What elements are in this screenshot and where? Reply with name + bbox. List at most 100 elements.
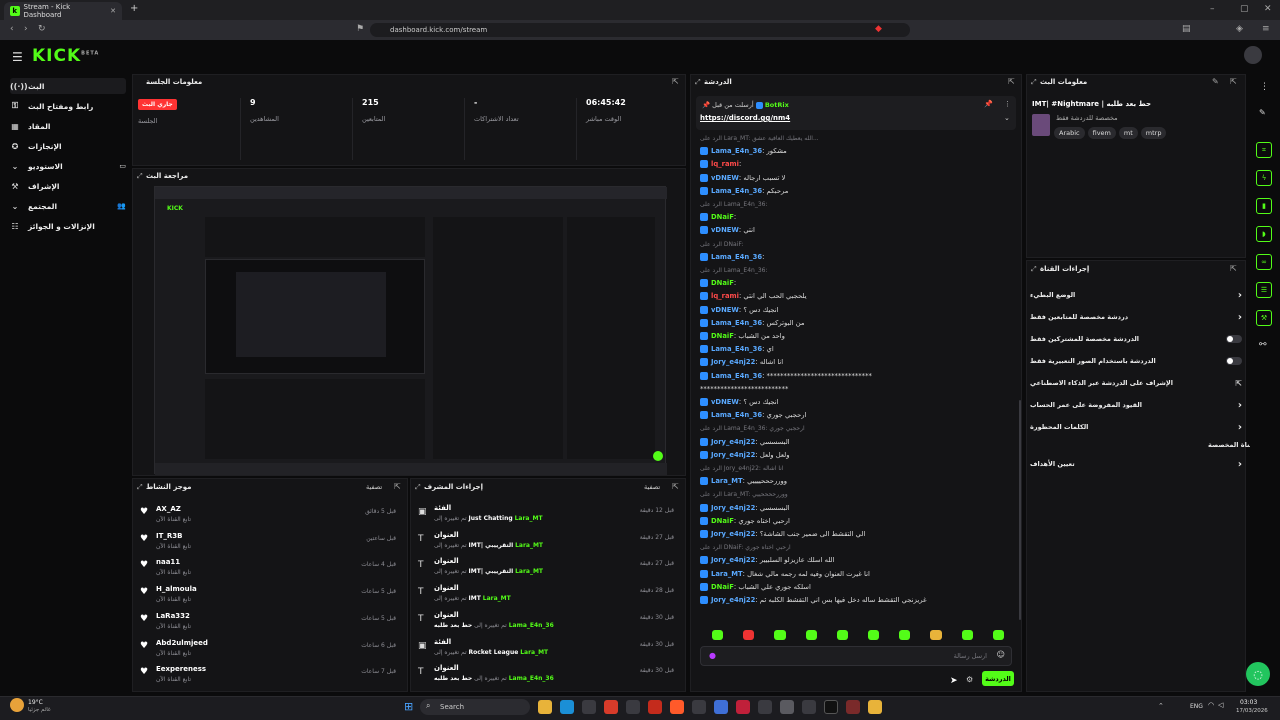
chat-message[interactable]: DNaiF: (700, 213, 1016, 222)
chat-reply-context[interactable]: الرد على Lara_MT: ووررححححييي (700, 490, 1016, 498)
chat-message[interactable]: Jory_e4nj22: الي التقشط الى ضمير جنب الش… (700, 530, 1016, 538)
chat-message[interactable]: Jory_e4nj22: غريزنجي التقشط ساله دخل فيه… (700, 596, 1016, 604)
chat-message[interactable]: DNaiF: (700, 279, 1016, 288)
popout-icon[interactable]: ⇱ (1230, 77, 1237, 86)
hamburger-icon[interactable]: ☰ (12, 50, 23, 64)
app-icon[interactable] (648, 700, 662, 714)
chat-message[interactable]: Jory_e4nj22: الله اسلك عازيزلو السلبيير (700, 556, 1016, 565)
wifi-icon[interactable]: ◠ (1208, 701, 1214, 709)
reload-icon[interactable]: ↻ (38, 24, 46, 34)
activity-row[interactable]: ♥ AX_AZ تابع القناة الآن قبل 5 دقائق (140, 503, 402, 529)
brave-icon[interactable] (670, 700, 684, 714)
xbox-icon[interactable] (626, 700, 640, 714)
chat-message[interactable]: Lara_MT: ووررحححييييي (700, 477, 1016, 486)
tag[interactable]: fivem (1087, 127, 1116, 139)
chat-message[interactable]: Lama_E4n_36: ارحجبي جوري (700, 411, 1016, 420)
emote-icon[interactable] (743, 630, 755, 640)
rail-button-server[interactable]: ☰ (1256, 282, 1272, 298)
rail-button-doc[interactable]: ▮ (1256, 198, 1272, 214)
chat-message[interactable]: Jory_e4nj22: انا اشاله (700, 358, 1016, 367)
bookmark-icon[interactable]: ⚑ (356, 24, 364, 34)
url-input[interactable]: dashboard.kick.com/stream (370, 23, 910, 37)
chat-username[interactable]: Jory_e4nj22 (711, 504, 755, 512)
popout-icon[interactable]: ⇱ (394, 482, 401, 491)
emote-icon[interactable] (899, 630, 911, 640)
chat-username[interactable]: DNaiF (711, 279, 734, 287)
sidebar-toggle-icon[interactable]: ▤ (1182, 24, 1191, 34)
app-icon[interactable] (802, 700, 816, 714)
modaction-row[interactable]: T العنوان تم تغييره إلى IMT| التقرييبي Lar… (418, 530, 680, 556)
chat-username[interactable]: Jory_e4nj22 (711, 358, 755, 366)
modaction-user[interactable]: Lama_E4n_36 (509, 622, 554, 629)
popout-icon[interactable]: ⇱ (672, 77, 679, 86)
chat-message[interactable]: Lama_E4n_36: من البوتركس (700, 318, 1016, 327)
chat-reply-context[interactable]: الرد على DNaiF: (700, 240, 1016, 248)
rail-button-lightning[interactable]: ϟ (1256, 170, 1272, 186)
channel-action-row[interactable]: الدردشة مخصصة للمشتركين فقط (1030, 330, 1242, 348)
support-chat-button[interactable]: ◌ (1246, 662, 1270, 686)
chat-input[interactable]: ● ارسل رسالة ☺ (700, 646, 1012, 666)
tag[interactable]: mt (1118, 127, 1138, 139)
maximize-icon[interactable]: ▢ (1240, 4, 1249, 14)
chat-username[interactable]: Lama_E4n_36 (711, 411, 762, 419)
chat-username[interactable]: DNaiF (711, 517, 734, 525)
chat-username[interactable]: Jory_e4nj22 (711, 451, 755, 459)
app-icon[interactable] (824, 700, 838, 714)
menu-icon[interactable]: ≡ (1262, 24, 1270, 34)
edit-icon[interactable]: ✎ (1212, 77, 1219, 86)
modaction-user[interactable]: Lama_E4n_36 (509, 675, 554, 682)
tag[interactable]: Arabic (1054, 127, 1085, 139)
follower-name[interactable]: naa11 (156, 558, 180, 566)
activity-row[interactable]: ♥ LaRa332 تابع القناة الآن قبل 5 ساعات (140, 610, 402, 636)
sidebar-item-achievements[interactable]: ✪ الإنجازات (10, 138, 126, 154)
modaction-user[interactable]: Lara_MT (515, 542, 543, 549)
expand-icon[interactable]: ⤢ (1031, 265, 1037, 274)
emote-icon[interactable] (992, 630, 1005, 640)
chat-message[interactable]: ************************** (700, 385, 1016, 393)
chat-username[interactable]: DNaiF (711, 583, 734, 591)
minimize-icon[interactable]: – (1210, 4, 1215, 14)
more-icon[interactable]: ⋮ (1260, 82, 1269, 92)
tag[interactable]: mtrp (1140, 127, 1167, 139)
chat-message[interactable]: Jory_e4nj22: البسسسي (700, 503, 1016, 512)
taskbar-search[interactable]: ⌕ Search (420, 699, 530, 715)
follower-name[interactable]: LaRa332 (156, 612, 190, 620)
chat-reply-context[interactable]: الرد على Lama_E4n_36: (700, 200, 1016, 208)
chat-message[interactable]: Jory_e4nj22: البسسسي (700, 437, 1016, 446)
activity-row[interactable]: ♥ Abd2ulmjeed تابع القناة الآن قبل 6 ساعات (140, 637, 402, 663)
activity-row[interactable]: ♥ naa11 تابع القناة الآن قبل 4 ساعات (140, 556, 402, 582)
back-icon[interactable]: ‹ (10, 24, 14, 34)
modactions-filter-button[interactable]: تصفية (644, 483, 660, 491)
modaction-user[interactable]: Lara_MT (520, 649, 548, 656)
channel-action-row[interactable]: الكلمات المحظورة › (1030, 418, 1242, 436)
volume-icon[interactable]: ◁ (1218, 701, 1223, 709)
mic-icon[interactable]: ● (709, 651, 716, 660)
emote-icon[interactable] (961, 630, 973, 640)
modaction-row[interactable]: ▣ الفئة تم تغييره إلى Rocket League Lara_M… (418, 637, 680, 663)
chat-username[interactable]: vDNEW (711, 306, 739, 314)
sidebar-item-content[interactable]: ▦ المقاد (10, 118, 126, 134)
toggle-switch[interactable] (1226, 357, 1242, 365)
pinned-link[interactable]: https://discord.gg/nm4 (700, 114, 790, 122)
office-icon[interactable] (604, 700, 618, 714)
expand-icon[interactable]: ⤢ (137, 172, 143, 181)
expand-icon[interactable]: ⤢ (137, 483, 143, 492)
avatar[interactable] (1244, 46, 1262, 64)
kick-logo[interactable]: KICKBETA (32, 46, 99, 66)
sidebar-item-drops[interactable]: ☷ الإنزالات و الجوائز (10, 218, 126, 234)
expand-icon[interactable]: ⤢ (1031, 78, 1037, 87)
chat-message[interactable]: Lama_E4n_36: مرحبكم (700, 186, 1016, 195)
chat-message[interactable]: Lama_E4n_36: مشكور (700, 147, 1016, 156)
modaction-row[interactable]: T العنوان تم تغييره إلى حط بعد طلبه Lama_E… (418, 663, 680, 689)
pinned-message[interactable]: 📌 أرسلت من قبل BotRix https://discord.gg… (696, 96, 1016, 130)
windows-start-icon[interactable]: ⊞ (404, 700, 413, 713)
follower-name[interactable]: IT_R3B (156, 532, 182, 540)
rail-button-tools[interactable]: ⚒ (1256, 310, 1272, 326)
modaction-user[interactable]: Lara_MT (483, 595, 511, 602)
app-icon[interactable] (846, 700, 860, 714)
chat-message[interactable]: lq_rami: يلحجبي الحب الي انتي (700, 292, 1016, 301)
language-indicator[interactable]: ENG (1190, 703, 1203, 710)
rail-button-chat[interactable]: ◗ (1256, 226, 1272, 242)
chat-username[interactable]: Lama_E4n_36 (711, 345, 762, 353)
sidebar-item-moderation[interactable]: ⚒ الإشراف (10, 178, 126, 194)
